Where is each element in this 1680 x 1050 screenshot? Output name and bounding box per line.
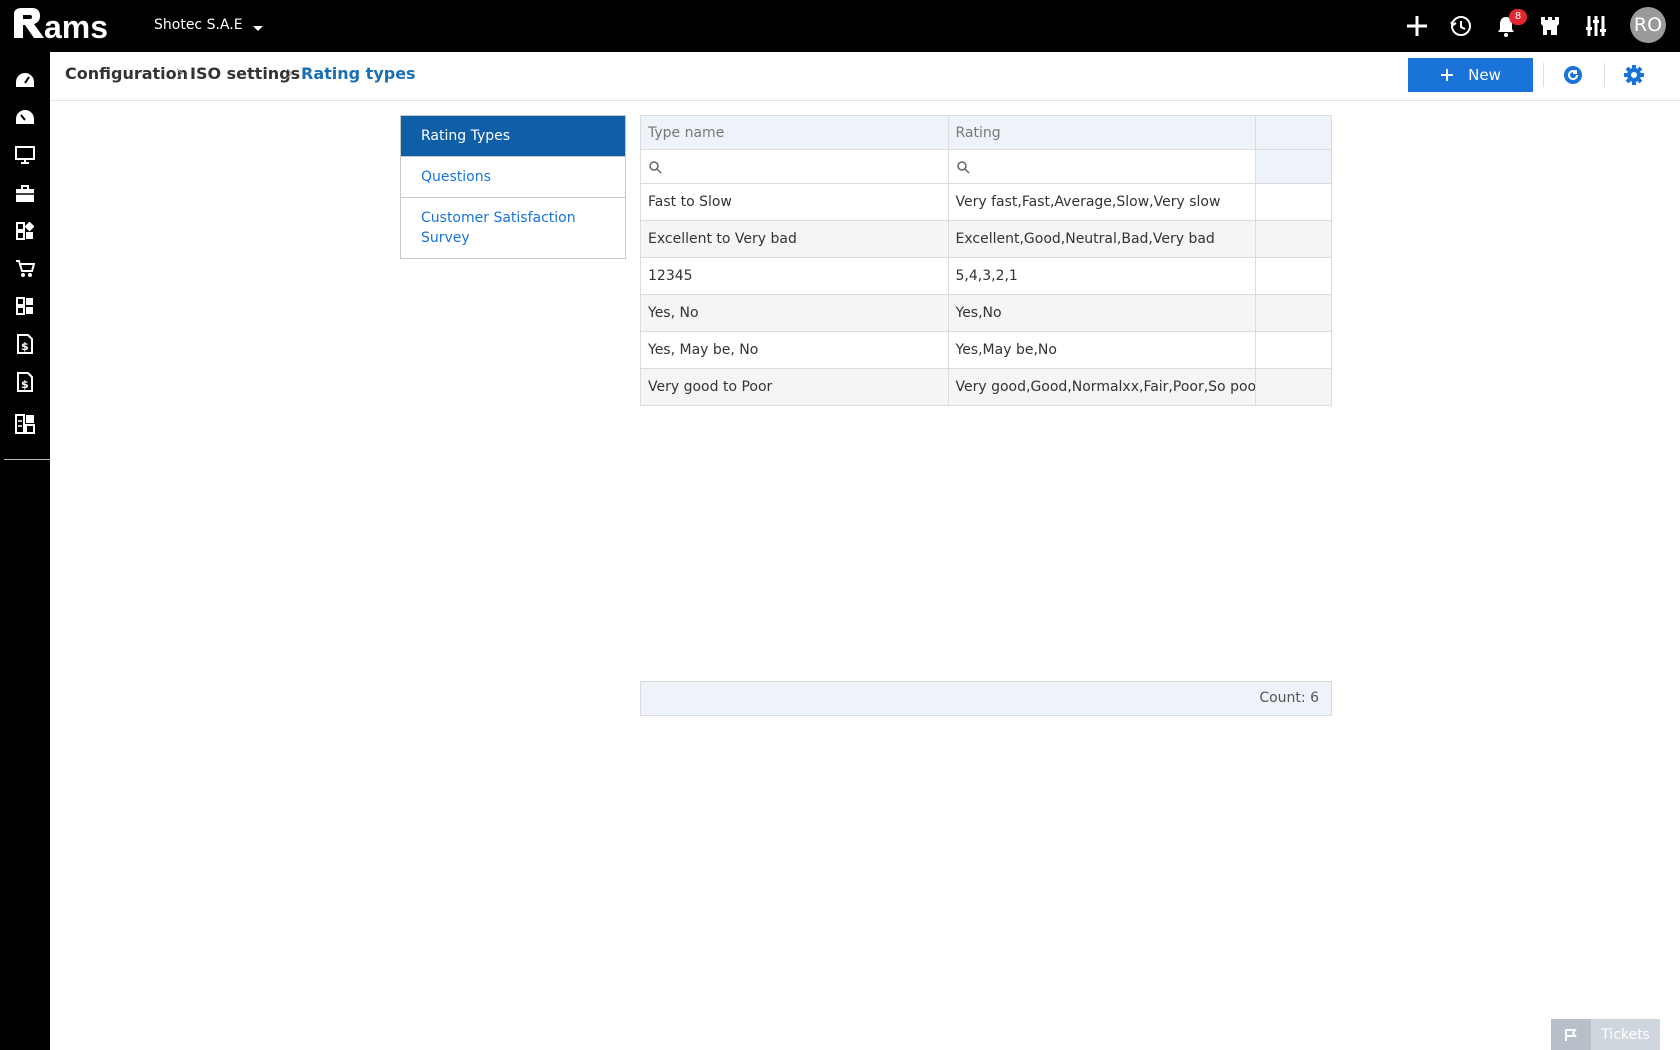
filter-rating-input[interactable]	[975, 158, 1243, 175]
cell-actions	[1255, 368, 1331, 405]
filter-rating	[948, 149, 1256, 184]
apps-icon[interactable]	[12, 411, 38, 437]
cell-rating: Very good,Good,Normalxx,Fair,Poor,So poo…	[948, 368, 1256, 405]
plus-icon	[1441, 69, 1454, 81]
rams-logo[interactable]: ams	[10, 6, 132, 44]
invoice-alt-icon[interactable]: $	[12, 369, 38, 395]
caret-down-icon	[252, 26, 263, 31]
menu-item-questions[interactable]: Questions	[401, 157, 625, 198]
sidebar-divider	[4, 459, 50, 460]
company-selector[interactable]: Shotec S.A.E	[154, 17, 263, 33]
flag-icon	[1551, 1019, 1591, 1050]
cell-rating: Excellent,Good,Neutral,Bad,Very bad	[948, 220, 1256, 258]
column-header-rating[interactable]: Rating	[948, 116, 1256, 150]
row-count: Count: 6	[1259, 690, 1319, 706]
search-icon	[956, 160, 970, 174]
search-icon	[649, 160, 662, 174]
invoice-icon[interactable]: $	[12, 331, 38, 357]
sidebar: $ $	[0, 52, 50, 1050]
menu-item-customer-satisfaction-survey[interactable]: Customer Satisfaction Survey	[401, 198, 625, 258]
company-name: Shotec S.A.E	[154, 17, 243, 33]
cell-rating: Yes,May be,No	[948, 331, 1256, 369]
table-row[interactable]: 12345 5,4,3,2,1	[641, 257, 1331, 295]
grid-footer: Count: 6	[640, 681, 1332, 716]
cell-type-name: Fast to Slow	[641, 183, 949, 221]
table-row[interactable]: Fast to Slow Very fast,Fast,Average,Slow…	[641, 183, 1331, 221]
svg-text:$: $	[21, 378, 29, 391]
table-row[interactable]: Very good to Poor Very good,Good,Normalx…	[641, 368, 1331, 405]
rating-types-grid: Type name Rating Fast to Slow Very fast,	[640, 115, 1332, 406]
settings-gear-icon[interactable]	[1622, 63, 1646, 87]
table-row[interactable]: Yes, No Yes,No	[641, 294, 1331, 332]
cart-icon[interactable]	[12, 256, 38, 282]
sliders-icon[interactable]	[1582, 12, 1610, 40]
column-header-actions	[1255, 116, 1331, 150]
cell-type-name: Yes, No	[641, 294, 949, 332]
monitor-icon[interactable]	[12, 142, 38, 168]
cell-actions	[1255, 183, 1331, 221]
toolbar-divider	[1543, 63, 1544, 87]
tickets-button[interactable]: Tickets	[1551, 1019, 1660, 1050]
castle-icon[interactable]	[1536, 12, 1564, 40]
briefcase-icon[interactable]	[12, 181, 38, 207]
notification-badge: 8	[1509, 9, 1527, 25]
cell-type-name: 12345	[641, 257, 949, 295]
table-row[interactable]: Yes, May be, No Yes,May be,No	[641, 331, 1331, 369]
settings-menu: Rating Types Questions Customer Satisfac…	[400, 115, 626, 259]
menu-item-rating-types[interactable]: Rating Types	[401, 116, 625, 157]
widgets-icon[interactable]	[12, 218, 38, 244]
dashboard-alt-icon[interactable]	[12, 104, 38, 130]
filter-actions	[1255, 149, 1331, 184]
add-icon[interactable]	[1403, 12, 1431, 40]
cell-rating: 5,4,3,2,1	[948, 257, 1256, 295]
cell-type-name: Excellent to Very bad	[641, 220, 949, 258]
widgets-alt-icon[interactable]	[12, 293, 38, 319]
cell-type-name: Very good to Poor	[641, 368, 949, 405]
breadcrumb-configuration[interactable]: Configuration	[65, 64, 188, 83]
cell-actions	[1255, 294, 1331, 332]
breadcrumb-rating-types: Rating types	[301, 64, 416, 83]
svg-text:$: $	[21, 340, 29, 353]
dashboard-icon[interactable]	[12, 67, 38, 93]
filter-type-name	[641, 149, 949, 184]
history-icon[interactable]	[1447, 12, 1475, 40]
user-avatar[interactable]: RO	[1630, 7, 1666, 43]
top-bar: ams Shotec S.A.E 8 RO	[0, 0, 1680, 52]
new-button[interactable]: New	[1408, 58, 1533, 92]
cell-actions	[1255, 220, 1331, 258]
cell-actions	[1255, 331, 1331, 369]
column-header-type-name[interactable]: Type name	[641, 116, 949, 150]
cell-rating: Yes,No	[948, 294, 1256, 332]
toolbar-divider	[1604, 63, 1605, 87]
cell-actions	[1255, 257, 1331, 295]
cell-rating: Very fast,Fast,Average,Slow,Very slow	[948, 183, 1256, 221]
refresh-icon[interactable]	[1561, 63, 1585, 87]
tickets-label: Tickets	[1601, 1026, 1650, 1043]
cell-type-name: Yes, May be, No	[641, 331, 949, 369]
svg-text:ams: ams	[44, 9, 108, 44]
new-button-label: New	[1468, 66, 1501, 84]
table-row[interactable]: Excellent to Very bad Excellent,Good,Neu…	[641, 220, 1331, 258]
filter-type-name-input[interactable]	[668, 158, 936, 175]
